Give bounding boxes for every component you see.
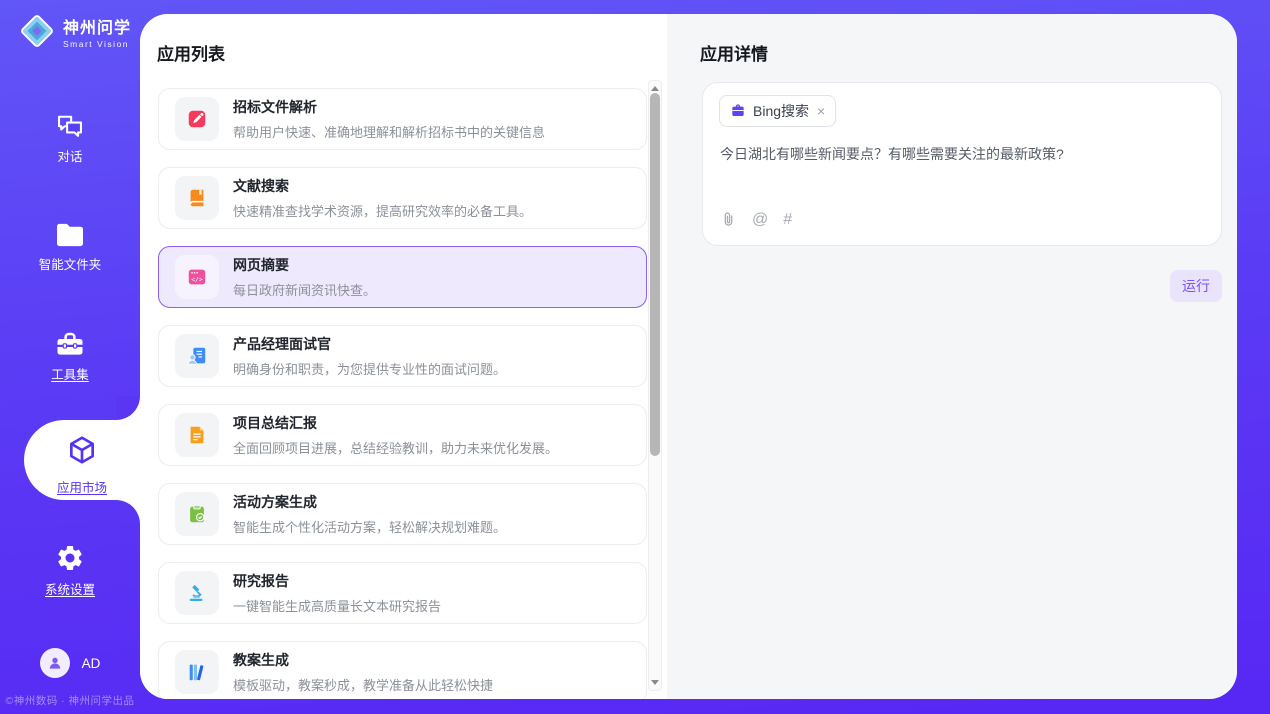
icon-box bbox=[175, 97, 219, 141]
at-icon[interactable]: @ bbox=[752, 212, 768, 228]
user-account[interactable]: AD bbox=[0, 648, 140, 678]
scroll-up-button[interactable] bbox=[651, 86, 659, 91]
app-card-research-report[interactable]: 研究报告 一键智能生成高质量长文本研究报告 bbox=[158, 562, 647, 624]
icon-box bbox=[175, 650, 219, 694]
folder-icon bbox=[55, 222, 85, 248]
sidebar-item-label: 智能文件夹 bbox=[0, 254, 140, 273]
book-icon bbox=[186, 187, 208, 209]
app-card-event-plan[interactable]: 活动方案生成 智能生成个性化活动方案，轻松解决规划难题。 bbox=[158, 483, 647, 545]
app-logo: 神州问学 Smart Vision bbox=[18, 12, 131, 50]
browser-code-icon: </> bbox=[186, 266, 208, 288]
sidebar-item-smart-folder[interactable]: 智能文件夹 bbox=[0, 222, 140, 273]
app-desc: 帮助用户快速、准确地理解和解析招标书中的关键信息 bbox=[233, 122, 545, 141]
app-list-title: 应用列表 bbox=[157, 40, 667, 65]
svg-text:</>: </> bbox=[191, 275, 203, 283]
sidebar-item-app-market[interactable]: 应用市场 bbox=[24, 420, 140, 500]
app-name: 招标文件解析 bbox=[233, 99, 317, 115]
document-icon bbox=[186, 424, 208, 446]
app-card-pm-interviewer[interactable]: 产品经理面试官 明确身份和职责，为您提供专业性的面试问题。 bbox=[158, 325, 647, 387]
sidebar-item-label: 系统设置 bbox=[0, 579, 140, 598]
icon-box: </> bbox=[175, 255, 219, 299]
books-icon bbox=[186, 661, 208, 683]
app-desc: 智能生成个性化活动方案，轻松解决规划难题。 bbox=[233, 517, 506, 536]
app-desc: 模板驱动，教案秒成，教学准备从此轻松快捷 bbox=[233, 675, 493, 694]
run-button[interactable]: 运行 bbox=[1170, 270, 1222, 302]
main-container: 应用列表 招标文件解析 帮助用户快速、准确地理解和解析招标书中的关键信息 bbox=[140, 14, 1237, 699]
icon-box bbox=[175, 413, 219, 457]
person-icon bbox=[46, 654, 64, 672]
sidebar-item-label: 工具集 bbox=[0, 364, 140, 383]
app-name: 网页摘要 bbox=[233, 257, 289, 273]
brand-subtitle: Smart Vision bbox=[63, 39, 131, 49]
prompt-composer[interactable]: Bing搜索 × 今日湖北有哪些新闻要点？有哪些需要关注的最新政策? @ # bbox=[702, 82, 1222, 246]
app-name: 教案生成 bbox=[233, 652, 289, 668]
app-desc: 快速精准查找学术资源，提高研究效率的必备工具。 bbox=[233, 201, 532, 220]
scroll-down-button[interactable] bbox=[651, 680, 659, 685]
microscope-icon bbox=[186, 582, 208, 604]
chat-icon bbox=[55, 112, 85, 140]
app-card-literature-search[interactable]: 文献搜索 快速精准查找学术资源，提高研究效率的必备工具。 bbox=[158, 167, 647, 229]
app-detail-title: 应用详情 bbox=[700, 40, 768, 65]
sidebar-item-label: 应用市场 bbox=[24, 477, 140, 496]
pen-square-icon bbox=[186, 108, 208, 130]
sidebar: 神州问学 Smart Vision 对话 智能文件夹 工具集 bbox=[0, 0, 140, 714]
tag-close-icon[interactable]: × bbox=[817, 104, 825, 118]
sidebar-item-chat[interactable]: 对话 bbox=[0, 112, 140, 165]
hash-icon[interactable]: # bbox=[783, 212, 792, 228]
query-input[interactable]: 今日湖北有哪些新闻要点？有哪些需要关注的最新政策? bbox=[720, 144, 1205, 164]
interview-icon bbox=[186, 345, 208, 367]
sidebar-item-settings[interactable]: 系统设置 bbox=[0, 543, 140, 598]
app-card-bid-analysis[interactable]: 招标文件解析 帮助用户快速、准确地理解和解析招标书中的关键信息 bbox=[158, 88, 647, 150]
sidebar-item-label: 对话 bbox=[0, 146, 140, 165]
app-card-web-summary[interactable]: </> 网页摘要 每日政府新闻资讯快查。 bbox=[158, 246, 647, 308]
cube-icon bbox=[66, 434, 98, 466]
clipboard-check-icon bbox=[186, 503, 208, 525]
icon-box bbox=[175, 334, 219, 378]
bump-curve-top bbox=[116, 396, 140, 420]
brand-name: 神州问学 bbox=[63, 14, 131, 38]
tool-tag-bing-search[interactable]: Bing搜索 × bbox=[719, 95, 836, 127]
app-desc: 明确身份和职责，为您提供专业性的面试问题。 bbox=[233, 359, 506, 378]
user-initials: AD bbox=[82, 656, 101, 671]
sidebar-item-toolset[interactable]: 工具集 bbox=[0, 330, 140, 383]
app-name: 文献搜索 bbox=[233, 178, 289, 194]
avatar bbox=[40, 648, 70, 678]
app-name: 研究报告 bbox=[233, 573, 289, 589]
bump-curve-bottom bbox=[116, 500, 140, 524]
toolbox-icon bbox=[55, 330, 85, 358]
paperclip-icon[interactable] bbox=[720, 211, 737, 228]
diamond-logo-icon bbox=[18, 12, 56, 50]
icon-box bbox=[175, 492, 219, 536]
app-name: 项目总结汇报 bbox=[233, 415, 317, 431]
tool-tag-label: Bing搜索 bbox=[753, 101, 809, 121]
app-list-panel: 应用列表 招标文件解析 帮助用户快速、准确地理解和解析招标书中的关键信息 bbox=[140, 14, 667, 699]
gear-icon bbox=[55, 543, 85, 573]
app-name: 活动方案生成 bbox=[233, 494, 317, 510]
scrollbar-thumb[interactable] bbox=[650, 93, 660, 456]
app-card-lesson-plan[interactable]: 教案生成 模板驱动，教案秒成，教学准备从此轻松快捷 bbox=[158, 641, 647, 699]
icon-box bbox=[175, 176, 219, 220]
app-name: 产品经理面试官 bbox=[233, 336, 331, 352]
composer-toolbar: @ # bbox=[720, 211, 792, 228]
app-desc: 一键智能生成高质量长文本研究报告 bbox=[233, 596, 441, 615]
briefcase-icon bbox=[730, 103, 746, 119]
icon-box bbox=[175, 571, 219, 615]
app-list-scrollbar[interactable] bbox=[648, 80, 662, 691]
app-detail-panel: 应用详情 Bing搜索 × 今日湖北有哪些新闻要点？有哪些需要关注的最新政策? … bbox=[667, 14, 1237, 699]
app-desc: 每日政府新闻资讯快查。 bbox=[233, 280, 376, 299]
app-card-list: 招标文件解析 帮助用户快速、准确地理解和解析招标书中的关键信息 文献搜索 快速精… bbox=[158, 88, 647, 699]
app-card-project-summary[interactable]: 项目总结汇报 全面回顾项目进展，总结经验教训，助力未来优化发展。 bbox=[158, 404, 647, 466]
copyright-footer: ©神州数码 · 神州问学出品 bbox=[0, 693, 140, 708]
app-desc: 全面回顾项目进展，总结经验教训，助力未来优化发展。 bbox=[233, 438, 558, 457]
